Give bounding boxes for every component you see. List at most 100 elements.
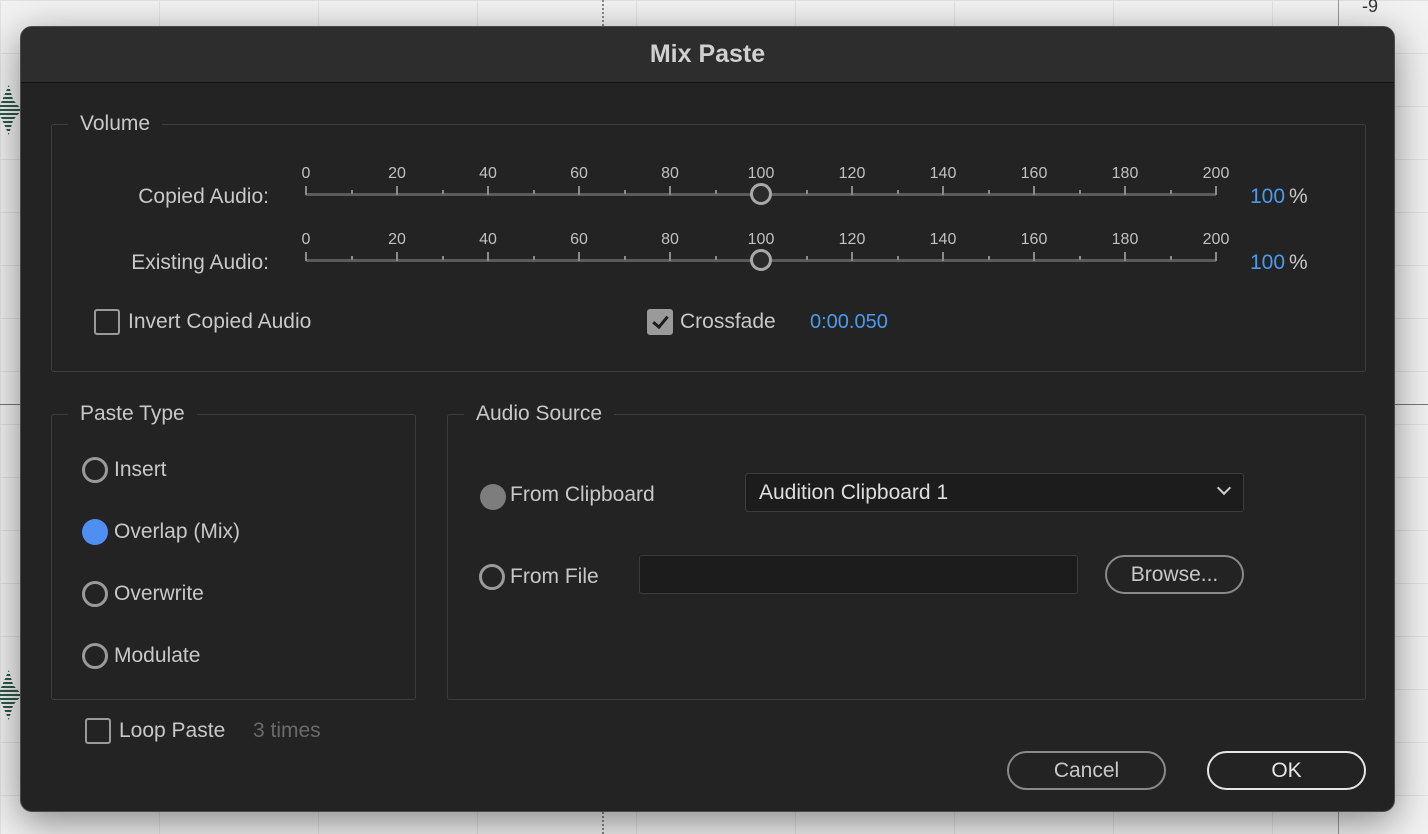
scale-tick: [578, 252, 580, 261]
loop-paste-checkbox[interactable]: [85, 718, 111, 744]
scale-tick-label: 140: [929, 165, 957, 182]
scale-tick: [1124, 252, 1126, 261]
scale-tick-label: 40: [479, 231, 497, 248]
overwrite-radio[interactable]: [82, 581, 108, 607]
overlap-mix-label[interactable]: Overlap (Mix): [114, 520, 240, 544]
existing-audio-number[interactable]: 100: [1250, 251, 1285, 274]
scale-minor-tick: [896, 190, 899, 194]
scale-tick: [942, 186, 944, 195]
scale-tick-label: 140: [929, 231, 957, 248]
scale-minor-tick: [1078, 190, 1081, 194]
scale-tick: [851, 186, 853, 195]
scale-tick: [305, 252, 307, 261]
scale-minor-tick: [532, 190, 535, 194]
scale-tick-label: 80: [661, 231, 679, 248]
scale-tick-label: 0: [301, 231, 311, 248]
cancel-button[interactable]: Cancel: [1007, 751, 1166, 790]
from-file-radio[interactable]: [479, 564, 505, 590]
scale-tick: [942, 252, 944, 261]
slider-thumb[interactable]: [750, 249, 772, 271]
copied-audio-value[interactable]: 100%: [1250, 185, 1308, 209]
file-path-input[interactable]: [639, 555, 1078, 594]
crossfade-checkbox[interactable]: [647, 309, 673, 335]
scale-tick: [1215, 252, 1217, 261]
chevron-down-icon: [1216, 480, 1232, 496]
overlap-mix-radio[interactable]: [82, 519, 108, 545]
slider-thumb[interactable]: [750, 183, 772, 205]
from-clipboard-radio[interactable]: [480, 484, 506, 510]
crossfade-label[interactable]: Crossfade: [680, 310, 776, 334]
scale-tick-label: 40: [479, 165, 497, 182]
scale-minor-tick: [896, 256, 899, 260]
copied-audio-row: Copied Audio: 0 20 40 60 80 100 120 140 160 180 20…: [52, 165, 1365, 225]
volume-group: Volume Copied Audio: 0 20 40 60 80 100 120 140 1…: [51, 112, 1366, 372]
scale-tick: [396, 186, 398, 195]
scale-tick-label: 120: [838, 231, 866, 248]
dialog-titlebar[interactable]: Mix Paste: [21, 27, 1394, 83]
browse-button[interactable]: Browse...: [1105, 555, 1244, 594]
from-file-label[interactable]: From File: [510, 565, 599, 589]
scale-tick: [578, 186, 580, 195]
existing-audio-slider[interactable]: 0 20 40 60 80 100 120 140 160 180 200: [302, 231, 1229, 281]
scale-tick: [669, 252, 671, 261]
overwrite-label[interactable]: Overwrite: [114, 582, 204, 606]
scale-tick-label: 100: [747, 165, 775, 182]
scale-tick-label: 120: [838, 165, 866, 182]
scale-tick-label: 60: [570, 165, 588, 182]
copied-audio-slider[interactable]: 0 20 40 60 80 100 120 140 160 180 200: [302, 165, 1229, 215]
scale-minor-tick: [623, 190, 626, 194]
scale-tick-label: 160: [1020, 231, 1048, 248]
scale-minor-tick: [1169, 256, 1172, 260]
copied-audio-number[interactable]: 100: [1250, 185, 1285, 208]
scale-tick: [1033, 186, 1035, 195]
invert-copied-audio-label[interactable]: Invert Copied Audio: [128, 310, 311, 334]
loop-paste-label[interactable]: Loop Paste: [119, 719, 225, 743]
modulate-label[interactable]: Modulate: [114, 644, 200, 668]
scale-tick-label: 20: [388, 165, 406, 182]
scale-minor-tick: [987, 190, 990, 194]
scale-tick: [305, 186, 307, 195]
scale-tick-label: 180: [1111, 231, 1139, 248]
scale-tick-label: 60: [570, 231, 588, 248]
existing-audio-label: Existing Audio:: [131, 251, 269, 274]
scale-tick: [487, 252, 489, 261]
scale-tick-label: 200: [1202, 231, 1230, 248]
scale-minor-tick: [350, 256, 353, 260]
scale-minor-tick: [987, 256, 990, 260]
scale-minor-tick: [441, 256, 444, 260]
paste-type-group: Paste Type Insert Overlap (Mix) Overwrit…: [51, 402, 416, 700]
ok-button[interactable]: OK: [1207, 751, 1366, 790]
scale-minor-tick: [714, 190, 717, 194]
scale-minor-tick: [350, 190, 353, 194]
scale-tick-label: 180: [1111, 165, 1139, 182]
clipboard-select-value: Audition Clipboard 1: [759, 481, 949, 504]
scale-tick: [669, 186, 671, 195]
scale-tick: [1033, 252, 1035, 261]
scale-tick-label: 0: [301, 165, 311, 182]
scale-minor-tick: [714, 256, 717, 260]
scale-minor-tick: [441, 190, 444, 194]
scale-tick: [396, 252, 398, 261]
crossfade-duration[interactable]: 0:00.050: [810, 311, 888, 334]
invert-copied-audio-checkbox[interactable]: [94, 309, 120, 335]
copied-audio-unit: %: [1289, 185, 1308, 208]
existing-audio-value[interactable]: 100%: [1250, 251, 1308, 275]
copied-audio-label: Copied Audio:: [138, 185, 269, 208]
scale-minor-tick: [1078, 256, 1081, 260]
loop-count[interactable]: 3 times: [253, 719, 321, 743]
scale-tick-label: 160: [1020, 165, 1048, 182]
scale-tick-label: 100: [747, 231, 775, 248]
scale-tick: [1124, 186, 1126, 195]
paste-type-legend: Paste Type: [68, 402, 197, 426]
existing-audio-unit: %: [1289, 251, 1308, 274]
modulate-radio[interactable]: [82, 643, 108, 669]
insert-label[interactable]: Insert: [114, 458, 167, 482]
scale-tick: [487, 186, 489, 195]
from-clipboard-label[interactable]: From Clipboard: [510, 483, 655, 507]
scale-tick-label: 20: [388, 231, 406, 248]
checkmark-icon: [652, 311, 669, 330]
insert-radio[interactable]: [82, 457, 108, 483]
scale-minor-tick: [1169, 190, 1172, 194]
scale-minor-tick: [805, 256, 808, 260]
clipboard-select[interactable]: Audition Clipboard 1: [745, 473, 1244, 512]
